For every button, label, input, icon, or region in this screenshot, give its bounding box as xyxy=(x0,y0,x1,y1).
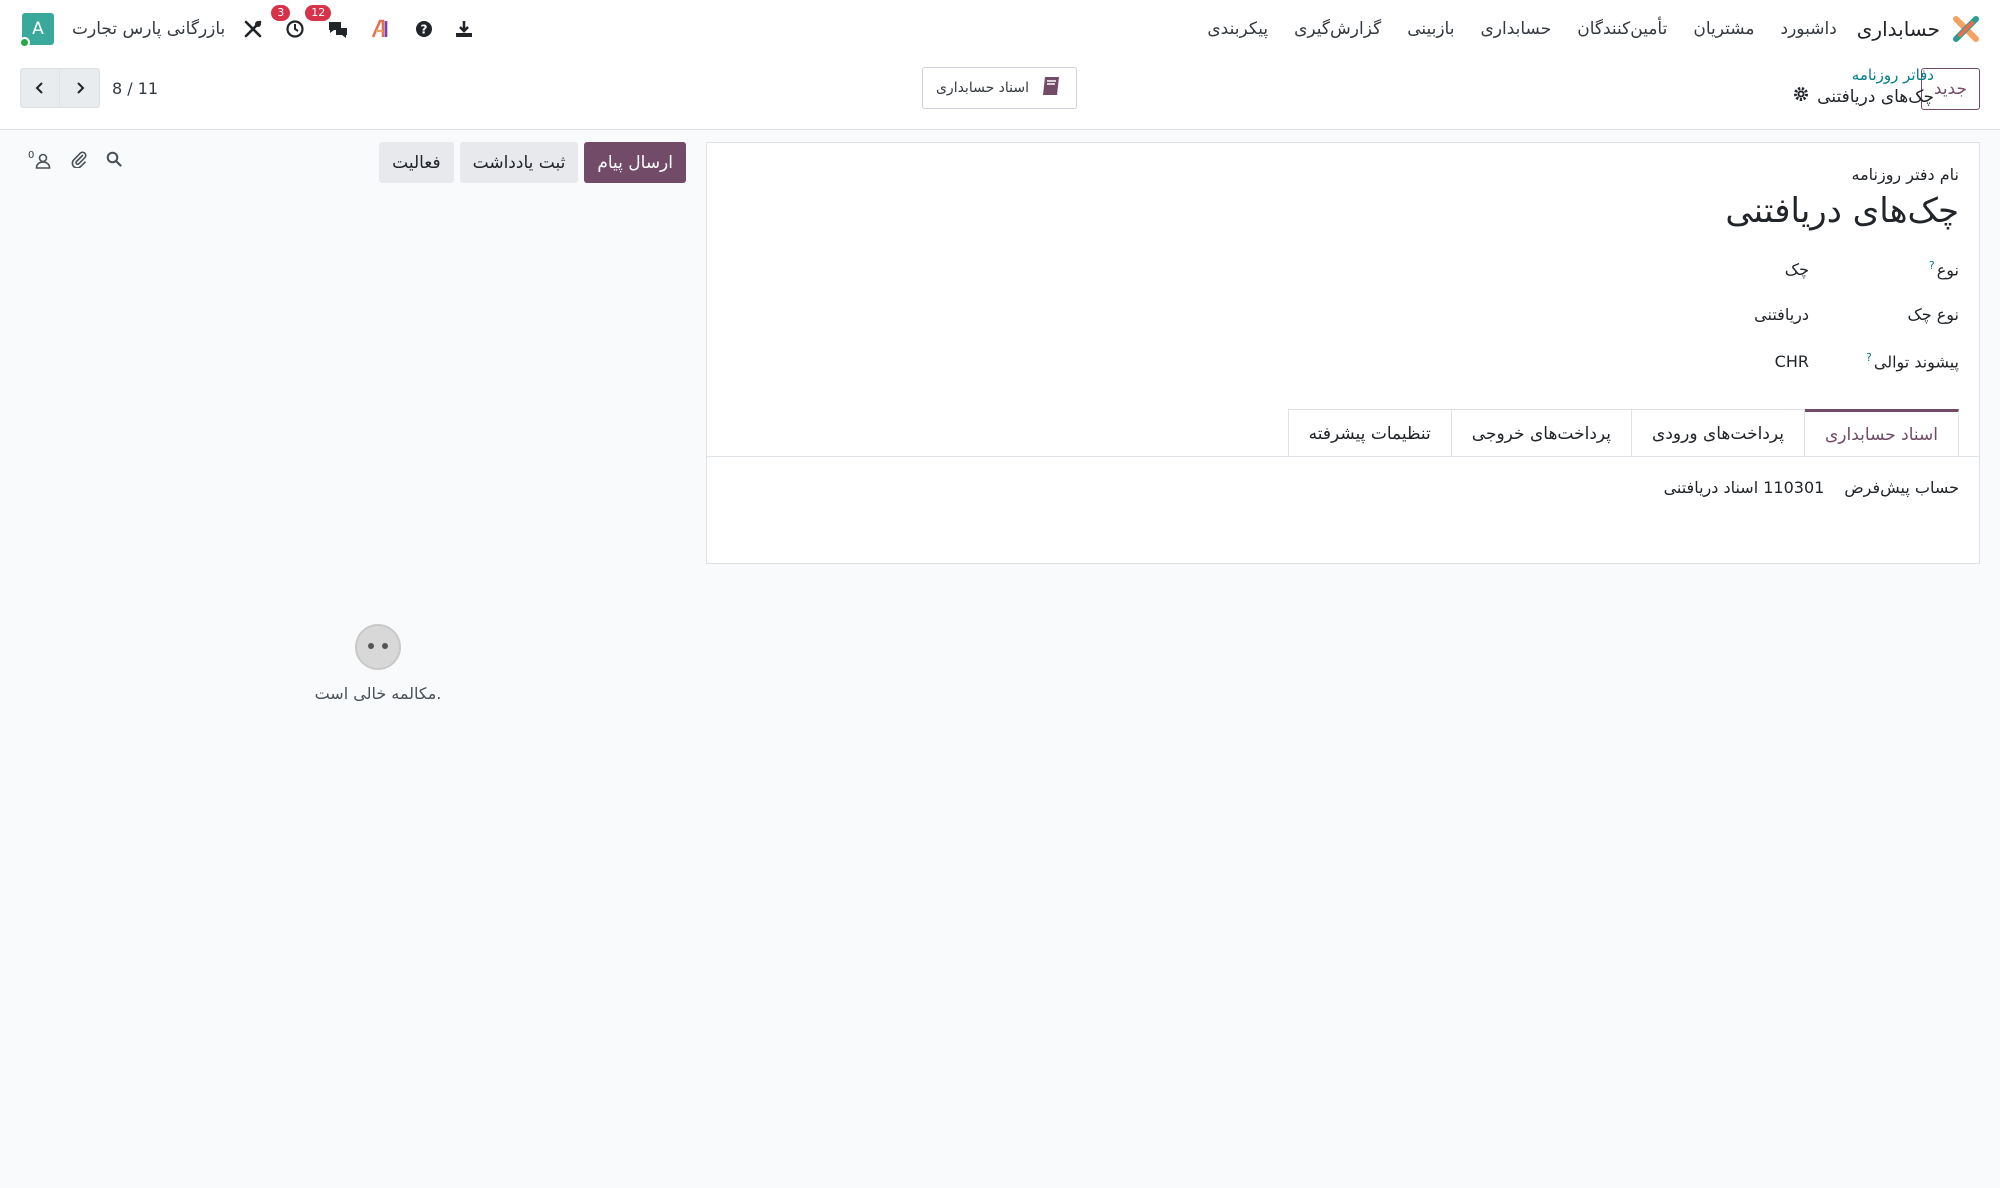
form-sheet: نام دفتر روزنامه چک‌های دریافتنی نوع? چک… xyxy=(706,142,1980,564)
empty-conversation-text: مکالمه خالی است. xyxy=(314,684,442,703)
type-help-icon[interactable]: ? xyxy=(1929,259,1935,272)
tab-journal-entries[interactable]: اسناد حسابداری xyxy=(1804,409,1959,457)
follower-count: 0 xyxy=(28,149,35,161)
sequence-prefix-label: پیشوند توالی xyxy=(1873,352,1959,372)
menu-item-vendors[interactable]: تأمین‌کنندگان xyxy=(1577,19,1667,39)
default-account-row: حساب پیش‌فرض 110301 اسناد دریافتنی xyxy=(1664,478,1959,497)
paperclip-icon[interactable] xyxy=(70,150,88,172)
tab-advanced-settings[interactable]: تنظیمات پیشرفته xyxy=(1287,409,1452,457)
messages-icon[interactable]: 12 xyxy=(305,5,349,41)
avatar-letter: A xyxy=(32,19,44,39)
journal-name-label: نام دفتر روزنامه xyxy=(1851,165,1960,184)
tab-outgoing-payments[interactable]: پرداخت‌های خروجی xyxy=(1450,409,1633,457)
pager-value[interactable]: 8 / 11 xyxy=(112,79,158,98)
empty-face-icon xyxy=(355,624,401,670)
default-account-label: حساب پیش‌فرض xyxy=(1844,478,1959,497)
pager: 8 / 11 xyxy=(20,68,158,108)
tab-incoming-payments[interactable]: پرداخت‌های ورودی xyxy=(1631,409,1805,457)
app-name[interactable]: حسابداری xyxy=(1857,17,1940,41)
default-account-field[interactable]: 110301 اسناد دریافتنی xyxy=(1664,478,1825,497)
accounting-app-icon[interactable] xyxy=(1952,15,1980,43)
activity-badge: 3 xyxy=(271,5,291,21)
notebook-tabs: اسناد حسابداری پرداخت‌های ورودی پرداخت‌ه… xyxy=(1287,409,1959,457)
online-status-dot xyxy=(19,37,30,48)
menu-item-review[interactable]: بازبینی xyxy=(1407,19,1454,39)
chatter: ارسال پیام ثبت یادداشت فعالیت 0 مکالمه خ… xyxy=(20,142,686,703)
sequence-prefix-field[interactable]: CHR xyxy=(1775,352,1809,371)
menu-item-dashboard[interactable]: داشبورد xyxy=(1781,19,1837,39)
smart-button-label: اسناد حسابداری xyxy=(935,80,1030,96)
download-icon[interactable] xyxy=(455,17,473,41)
prefix-help-icon[interactable]: ? xyxy=(1866,351,1872,364)
log-note-button[interactable]: ثبت یادداشت xyxy=(459,142,579,183)
tools-icon[interactable] xyxy=(243,17,263,41)
follower-icon xyxy=(36,153,51,169)
search-icon[interactable] xyxy=(106,151,122,171)
systray: A بازرگانی پارس تجارت 3 12 ? xyxy=(19,0,495,58)
chevron-left-icon xyxy=(35,82,43,94)
journal-entries-smart-button[interactable]: اسناد حسابداری xyxy=(922,67,1077,109)
type-label: نوع xyxy=(1936,260,1959,280)
pager-previous-button[interactable] xyxy=(20,68,60,108)
user-avatar[interactable]: A xyxy=(19,13,54,48)
main-menu: حسابداری داشبورد مشتریان تأمین‌کنندگان ح… xyxy=(1181,0,1980,58)
svg-text:?: ? xyxy=(421,23,428,37)
type-row: نوع? چک xyxy=(1785,259,1959,279)
company-switcher[interactable]: بازرگانی پارس تجارت xyxy=(72,19,225,39)
chevron-right-icon xyxy=(76,82,84,94)
menu-item-customers[interactable]: مشتریان xyxy=(1693,19,1754,39)
followers-button[interactable]: 0 xyxy=(28,149,52,170)
type-field[interactable]: چک xyxy=(1785,260,1809,279)
check-type-field[interactable]: دریافتنی xyxy=(1754,305,1809,324)
journal-name-field[interactable]: چک‌های دریافتنی xyxy=(1725,191,1959,231)
top-navbar: حسابداری داشبورد مشتریان تأمین‌کنندگان ح… xyxy=(0,0,2000,58)
ai-icon[interactable] xyxy=(371,17,393,41)
control-panel: جدید دفاتر روزنامه چک‌های دریافتنی اسناد… xyxy=(0,58,2000,130)
tabs-divider xyxy=(707,456,1979,457)
menu-item-configuration[interactable]: پیکربندی xyxy=(1207,19,1268,39)
breadcrumb: دفاتر روزنامه چک‌های دریافتنی xyxy=(1793,66,1934,107)
breadcrumb-parent-link[interactable]: دفاتر روزنامه xyxy=(1793,66,1934,84)
menu-item-accounting[interactable]: حسابداری xyxy=(1480,19,1551,39)
gear-icon[interactable] xyxy=(1793,86,1809,107)
activity-button[interactable]: فعالیت xyxy=(379,142,454,183)
messages-badge: 12 xyxy=(305,5,332,21)
chatter-tools: 0 xyxy=(28,150,122,172)
empty-conversation: مکالمه خالی است. xyxy=(288,624,468,703)
sequence-prefix-row: پیشوند توالی? CHR xyxy=(1775,351,1959,371)
check-type-row: نوع چک دریافتنی xyxy=(1754,305,1959,324)
breadcrumb-current: چک‌های دریافتنی xyxy=(1817,86,1934,107)
activity-clock-icon[interactable]: 3 xyxy=(271,5,305,41)
menu-item-reporting[interactable]: گزارش‌گیری xyxy=(1294,19,1381,39)
pager-next-button[interactable] xyxy=(60,68,100,108)
check-type-label: نوع چک xyxy=(1907,305,1959,324)
send-message-button[interactable]: ارسال پیام xyxy=(584,142,686,183)
book-icon xyxy=(1039,74,1063,102)
chatter-topbar: ارسال پیام ثبت یادداشت فعالیت xyxy=(379,142,686,183)
help-icon[interactable]: ? xyxy=(415,17,433,41)
